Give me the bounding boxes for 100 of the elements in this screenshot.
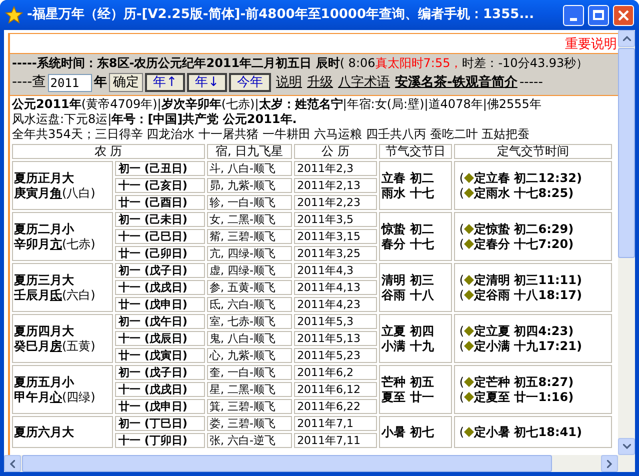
solar-term-day: 谷雨 十八 bbox=[382, 288, 450, 302]
help-link[interactable]: 八字术语 bbox=[338, 72, 390, 92]
paren-text: ( bbox=[459, 186, 464, 200]
lunar-day-cell: 十一 (己亥日) bbox=[115, 178, 205, 193]
mansion-star-cell: 奎, 一白-顺飞 bbox=[206, 365, 292, 380]
year-input[interactable]: 2011 bbox=[48, 74, 92, 92]
lunar-month-name: 夏历六月大 bbox=[14, 424, 75, 440]
window-title: -福星万年（经）历-[V2.25版-简体]-前4800年至10000年查询、编者手机：1355... bbox=[27, 6, 536, 24]
year-nav-button[interactable]: 今年 bbox=[229, 73, 272, 92]
scroll-down-button[interactable] bbox=[618, 438, 635, 455]
lunar-month-name: 夏历四月大 bbox=[14, 324, 75, 338]
solar-term-time: 定春分 十七7:20) bbox=[474, 236, 574, 252]
solar-term-day: 夏至 廿一 bbox=[382, 390, 450, 404]
lunar-day-cell: 初一 (戊子日) bbox=[115, 263, 205, 278]
mansion-star-cell: 女, 二黑-顺飞 bbox=[206, 212, 292, 227]
year-info-text: 全年共354天；三日得辛 四龙治水 十一屠共猪 一牛耕田 六马运粮 四壬共八丙 蚕吃二叶 五姑把蚕 bbox=[12, 127, 531, 142]
lunar-day-cell: 十一 (戊辰日) bbox=[115, 331, 205, 346]
scroll-thumb[interactable] bbox=[618, 48, 635, 258]
solar-term-time: 定小暑 初七18:41) bbox=[474, 424, 582, 440]
solar-date-cell: 2011年5,23 bbox=[294, 348, 377, 363]
horizontal-scrollbar[interactable] bbox=[4, 455, 635, 472]
maximize-button[interactable] bbox=[588, 4, 609, 26]
mansion-star-cell: 亢, 四绿-顺飞 bbox=[206, 246, 292, 261]
mansion-star-cell: 张, 六白-逆飞 bbox=[206, 433, 292, 448]
mansion-star-cell: 轸, 一白-顺飞 bbox=[206, 195, 292, 210]
diamond-icon bbox=[464, 326, 474, 336]
solar-date-cell: 2011年5,13 bbox=[294, 331, 377, 346]
scroll-left-button[interactable] bbox=[4, 455, 21, 472]
help-link[interactable]: 说明 bbox=[276, 72, 302, 92]
lunar-day-cell: 廿一 (己酉日) bbox=[115, 195, 205, 210]
diamond-icon bbox=[464, 188, 474, 198]
paren-text: ( bbox=[459, 288, 464, 302]
solar-term-time: 定夏至 廿一1:16) bbox=[474, 390, 574, 404]
paren-text: ( bbox=[459, 374, 464, 390]
solar-term-time: 定惊蛰 初二6:29) bbox=[474, 222, 574, 236]
scroll-right-button[interactable] bbox=[601, 455, 618, 472]
mansion-star-cell: 娄, 三碧-顺飞 bbox=[206, 416, 292, 431]
paren-text: ( bbox=[459, 272, 464, 288]
solar-date-cell: 2011年3,25 bbox=[294, 246, 377, 261]
lunar-day-cell: 初一 (己丑日) bbox=[115, 161, 205, 176]
column-header: 公 历 bbox=[294, 144, 377, 159]
month-ganzhi: 辛卯月 亢(七赤) bbox=[14, 236, 96, 252]
confirm-button[interactable]: 确定 bbox=[109, 73, 144, 92]
year-unit: 年 bbox=[94, 74, 108, 92]
month-ganzhi: 壬辰月 氐(六白) bbox=[14, 288, 96, 302]
lunar-day-cell: 十一 (丁卯日) bbox=[115, 433, 205, 448]
solar-term-day: 春分 十七 bbox=[382, 236, 450, 252]
lunar-day-cell: 初一 (丁巳日) bbox=[115, 416, 205, 431]
lunar-day-cell: 十一 (戊戌日) bbox=[115, 382, 205, 397]
solar-term-time: 定雨水 十七8:25) bbox=[474, 186, 574, 200]
lunar-day-cell: 初一 (戊子日) bbox=[115, 365, 205, 380]
lunar-day-cell: 廿一 (戊申日) bbox=[115, 399, 205, 414]
month-ganzhi: 甲午月心(四绿) bbox=[14, 390, 96, 404]
month-ganzhi: 庚寅月角(八白) bbox=[14, 186, 96, 200]
solar-date-cell: 2011年5,3 bbox=[294, 314, 377, 329]
paren-text: ( bbox=[459, 338, 464, 354]
year-nav-button[interactable]: 年↓ bbox=[187, 73, 228, 92]
paren-text: ( bbox=[459, 236, 464, 252]
solar-term-day: 芒种 初五 bbox=[382, 374, 450, 390]
solar-date-cell: 2011年2,13 bbox=[294, 178, 377, 193]
lunar-month-name: 夏历二月小 bbox=[14, 222, 76, 236]
diamond-icon bbox=[464, 224, 474, 234]
help-link[interactable]: 升级 bbox=[307, 72, 334, 92]
paren-text: ( bbox=[459, 324, 464, 338]
paren-text: ( bbox=[459, 222, 464, 236]
solar-date-cell: 2011年7,1 bbox=[294, 416, 377, 431]
maximize-icon bbox=[593, 10, 604, 20]
solar-term-day: 小暑 初七 bbox=[382, 424, 450, 440]
solar-term-day: 清明 初三 bbox=[382, 272, 450, 288]
lunar-day-cell: 廿一 (戊寅日) bbox=[115, 348, 205, 363]
solar-date-cell: 2011年6,12 bbox=[294, 382, 377, 397]
mansion-star-cell: 觜, 三碧-顺飞 bbox=[206, 229, 292, 244]
dash-text: ----- bbox=[519, 74, 543, 92]
solar-date-cell: 2011年6,2 bbox=[294, 365, 377, 380]
notice-link[interactable]: 重要说明 bbox=[565, 37, 617, 53]
scroll-thumb[interactable] bbox=[22, 455, 552, 472]
mansion-star-cell: 鬼, 八白-顺飞 bbox=[206, 331, 292, 346]
diamond-icon bbox=[464, 341, 474, 351]
solar-term-day: 惊蛰 初二 bbox=[382, 222, 450, 236]
diamond-icon bbox=[464, 239, 474, 249]
solar-term-day: 小满 十九 bbox=[382, 338, 450, 354]
column-header: 宿, 日九飞星 bbox=[206, 144, 292, 159]
lunar-day-cell: 十一 (戊戌日) bbox=[115, 280, 205, 295]
lunar-day-cell: 廿一 (己卯日) bbox=[115, 246, 205, 261]
diamond-icon bbox=[464, 275, 474, 285]
solar-date-cell: 2011年4,3 bbox=[294, 263, 377, 278]
solar-date-cell: 2011年2,23 bbox=[294, 195, 377, 210]
paren-text: ( bbox=[459, 170, 464, 186]
minimize-button[interactable] bbox=[563, 4, 584, 26]
solar-date-cell: 2011年4,23 bbox=[294, 297, 377, 312]
close-button[interactable] bbox=[613, 4, 634, 26]
scroll-up-button[interactable] bbox=[618, 30, 635, 47]
mansion-star-cell: 星, 二黑-顺飞 bbox=[206, 382, 292, 397]
diamond-icon bbox=[464, 427, 474, 437]
lunar-month-name: 夏历五月小 bbox=[14, 374, 76, 390]
solar-date-cell: 2011年2,3 bbox=[294, 161, 377, 176]
year-nav-button[interactable]: 年↑ bbox=[145, 73, 186, 92]
help-link[interactable]: 安溪名茶-铁观音简介 bbox=[395, 72, 518, 92]
vertical-scrollbar[interactable] bbox=[618, 30, 635, 455]
solar-term-day: 雨水 十七 bbox=[382, 186, 450, 200]
